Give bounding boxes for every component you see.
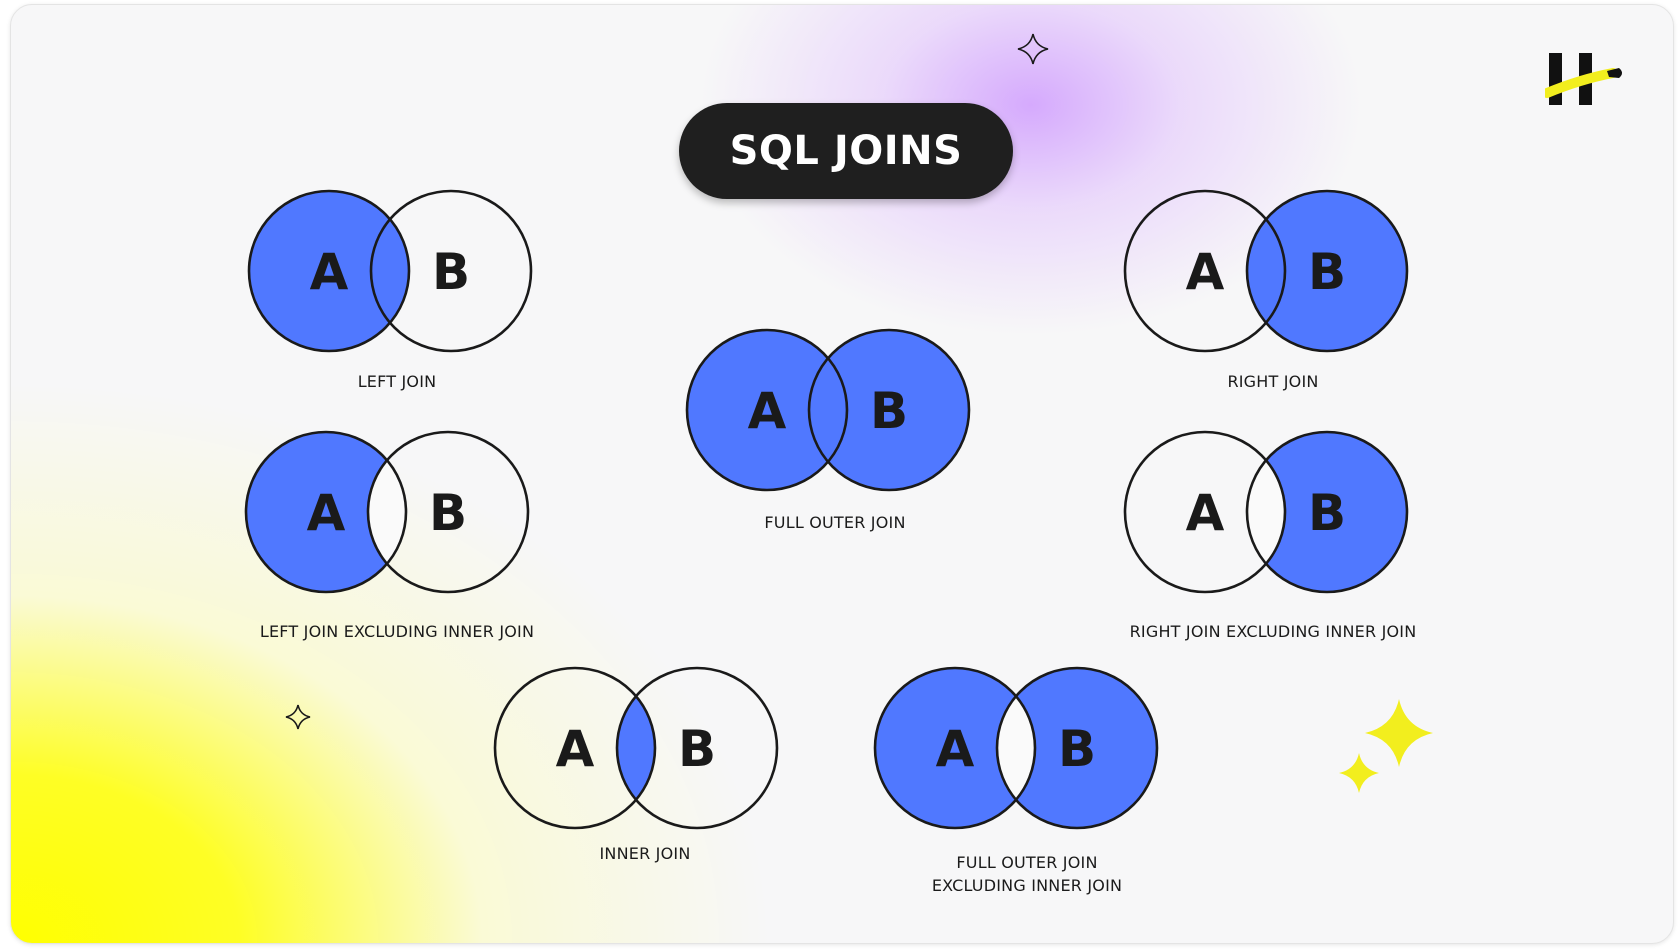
venn-inner-join: AB	[493, 666, 779, 830]
caption-left-join-excluding-inner-join: LEFT JOIN EXCLUDING INNER JOIN	[259, 622, 535, 641]
caption-line-2: EXCLUDING INNER JOIN	[931, 876, 1123, 895]
sparkle-icon	[1365, 699, 1433, 767]
set-a-label: A	[307, 484, 346, 542]
caption-left-join: LEFT JOIN	[357, 372, 437, 391]
set-b-label: B	[1308, 243, 1346, 301]
diagram-canvas: ABABABABABABAB SQL JOINS LEFT JOIN RIGHT…	[10, 4, 1674, 944]
venn-right-join-excluding-inner-join: AB	[1123, 430, 1409, 594]
title-badge: SQL JOINS	[679, 103, 1013, 199]
venn-right-join: AB	[1123, 189, 1409, 353]
caption-line-1: FULL OUTER JOIN	[956, 853, 1098, 872]
venn-left-join-excluding-inner-join: AB	[244, 430, 530, 594]
brand-logo-icon	[1545, 53, 1622, 105]
set-a-label: A	[310, 243, 349, 301]
set-b-label: B	[870, 382, 908, 440]
venn-left-join: AB	[247, 189, 533, 353]
caption-full-outer-join-excluding-inner-join: FULL OUTER JOIN EXCLUDING INNER JOIN	[797, 851, 1257, 897]
set-b-label: B	[678, 720, 716, 778]
caption-right-join: RIGHT JOIN	[1227, 372, 1319, 391]
venn-full-outer-join-excluding-inner-join: AB	[873, 666, 1159, 830]
caption-full-outer-join: FULL OUTER JOIN	[764, 513, 906, 532]
caption-right-join-excluding-inner-join: RIGHT JOIN EXCLUDING INNER JOIN	[1129, 622, 1417, 641]
set-b-label: B	[429, 484, 467, 542]
sparkle-icon	[285, 704, 311, 730]
page-title: SQL JOINS	[729, 128, 963, 174]
sparkle-icon	[1339, 753, 1379, 793]
set-b-label: B	[1308, 484, 1346, 542]
set-a-label: A	[1186, 484, 1225, 542]
set-a-label: A	[936, 720, 975, 778]
sparkle-icon	[1017, 33, 1049, 65]
set-a-label: A	[748, 382, 787, 440]
set-a-label: A	[556, 720, 595, 778]
venn-full-outer-join: AB	[685, 328, 971, 492]
set-a-label: A	[1186, 243, 1225, 301]
set-b-label: B	[1058, 720, 1096, 778]
set-b-label: B	[432, 243, 470, 301]
